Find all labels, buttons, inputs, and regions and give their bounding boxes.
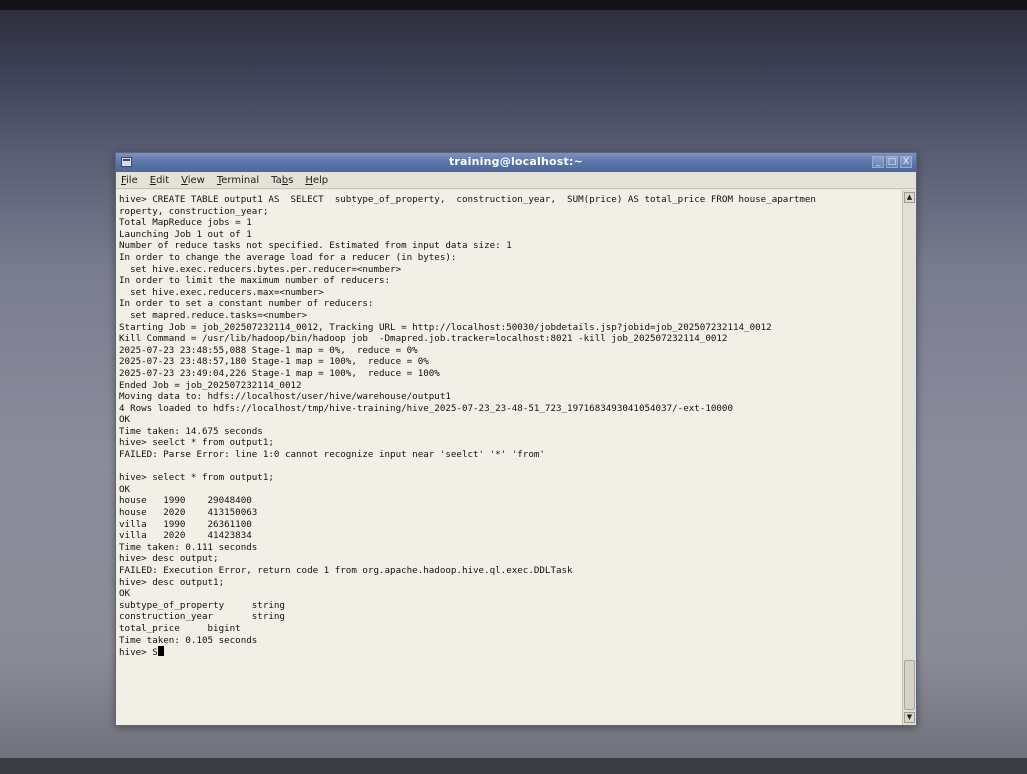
menu-edit[interactable]: Edit bbox=[149, 175, 170, 186]
close-icon[interactable]: X bbox=[900, 156, 912, 168]
menu-tabs-label: s bbox=[288, 174, 294, 186]
terminal-lines: hive> CREATE TABLE output1 AS SELECT sub… bbox=[119, 194, 902, 646]
window-titlebar[interactable]: training@localhost:~ _ □ X bbox=[116, 153, 916, 172]
menu-help-mnemonic: H bbox=[305, 174, 313, 186]
menu-edit-label: dit bbox=[156, 174, 170, 186]
scroll-thumb[interactable] bbox=[904, 660, 915, 710]
terminal-line: OK bbox=[119, 588, 131, 600]
terminal-line: 2025-07-23 23:48:55,088 Stage-1 map = 0%… bbox=[119, 344, 418, 356]
window-title: training@localhost:~ bbox=[448, 155, 584, 168]
terminal-line: Total MapReduce jobs = 1 bbox=[119, 217, 252, 229]
minimize-icon[interactable]: _ bbox=[872, 156, 884, 168]
terminal-line: 2025-07-23 23:49:04,226 Stage-1 map = 10… bbox=[119, 367, 440, 379]
terminal-window: training@localhost:~ _ □ X File Edit Vie… bbox=[115, 152, 917, 726]
menu-help-label: elp bbox=[312, 174, 329, 186]
terminal-line: roperty, construction_year; bbox=[119, 205, 269, 217]
terminal-line: Moving data to: hdfs://localhost/user/hi… bbox=[119, 391, 451, 403]
terminal-line: Launching Job 1 out of 1 bbox=[119, 228, 252, 240]
menu-view-label: iew bbox=[187, 174, 205, 186]
terminal-line: hive> select * from output1; bbox=[119, 472, 274, 484]
terminal-line: Starting Job = job_202507232114_0012, Tr… bbox=[119, 321, 772, 333]
menu-file-label: ile bbox=[126, 174, 138, 186]
terminal-line: Number of reduce tasks not specified. Es… bbox=[119, 240, 512, 252]
scroll-up-arrow-icon[interactable]: ▲ bbox=[904, 192, 915, 203]
terminal-line: set hive.exec.reducers.max=<number> bbox=[119, 286, 324, 298]
terminal-line: 4 Rows loaded to hdfs://localhost/tmp/hi… bbox=[119, 402, 733, 414]
terminal-line: construction_year string bbox=[119, 611, 285, 623]
terminal-line: Time taken: 0.105 seconds bbox=[119, 634, 258, 646]
terminal-line: In order to limit the maximum number of … bbox=[119, 275, 391, 287]
terminal-line: villa 2020 41423834 bbox=[119, 530, 252, 542]
terminal-prompt: hive> bbox=[119, 647, 153, 659]
terminal-cursor bbox=[157, 646, 164, 657]
terminal-line: villa 1990 26361100 bbox=[119, 518, 252, 530]
terminal-line: hive> desc output1; bbox=[119, 576, 225, 588]
menu-terminal-label: erminal bbox=[221, 174, 260, 186]
terminal-line: Time taken: 0.111 seconds bbox=[119, 541, 258, 553]
terminal-line: OK bbox=[119, 483, 131, 495]
terminal-line: hive> CREATE TABLE output1 AS SELECT sub… bbox=[119, 194, 816, 205]
terminal-line: Kill Command = /usr/lib/hadoop/bin/hadoo… bbox=[119, 333, 728, 345]
terminal-line: 2025-07-23 23:48:57,180 Stage-1 map = 10… bbox=[119, 356, 429, 368]
terminal-line: In order to set a constant number of red… bbox=[119, 298, 374, 310]
terminal-line: subtype_of_property string bbox=[119, 599, 285, 611]
menu-view[interactable]: View bbox=[180, 175, 206, 186]
terminal-scrollbar[interactable]: ▲ ▼ bbox=[902, 190, 916, 725]
menu-tabs-prefix: Ta bbox=[271, 174, 282, 186]
terminal-line: FAILED: Execution Error, return code 1 f… bbox=[119, 565, 573, 576]
terminal-line: set hive.exec.reducers.bytes.per.reducer… bbox=[119, 263, 402, 275]
terminal-line: FAILED: Parse Error: line 1:0 cannot rec… bbox=[119, 449, 545, 461]
menu-terminal[interactable]: Terminal bbox=[216, 175, 260, 186]
scroll-down-arrow-icon[interactable]: ▼ bbox=[904, 712, 915, 723]
terminal-line: house 2020 413150063 bbox=[119, 507, 258, 519]
terminal-line: Ended Job = job_202507232114_0012 bbox=[119, 379, 302, 391]
terminal-line: Time taken: 14.675 seconds bbox=[119, 425, 263, 437]
terminal-line: hive> desc output; bbox=[119, 553, 219, 565]
menu-view-mnemonic: V bbox=[181, 174, 188, 186]
menubar: File Edit View Terminal Tabs Help bbox=[116, 172, 916, 189]
terminal-line: total_price bigint bbox=[119, 622, 241, 634]
terminal-prompt-line[interactable]: hive> S bbox=[119, 646, 902, 658]
photo-frame-top bbox=[0, 0, 1027, 10]
terminal-line: In order to change the average load for … bbox=[119, 251, 457, 263]
terminal-output[interactable]: hive> CREATE TABLE output1 AS SELECT sub… bbox=[116, 190, 902, 725]
menu-file[interactable]: File bbox=[120, 175, 139, 186]
menu-help[interactable]: Help bbox=[304, 175, 329, 186]
menu-tabs[interactable]: Tabs bbox=[270, 175, 294, 186]
terminal-line: house 1990 29048400 bbox=[119, 495, 252, 507]
monitor-bezel bbox=[0, 758, 1027, 774]
terminal-line: hive> seelct * from output1; bbox=[119, 437, 274, 449]
window-controls: _ □ X bbox=[872, 156, 912, 168]
maximize-icon[interactable]: □ bbox=[886, 156, 898, 168]
terminal-line: set mapred.reduce.tasks=<number> bbox=[119, 309, 308, 321]
terminal-line: OK bbox=[119, 414, 131, 426]
